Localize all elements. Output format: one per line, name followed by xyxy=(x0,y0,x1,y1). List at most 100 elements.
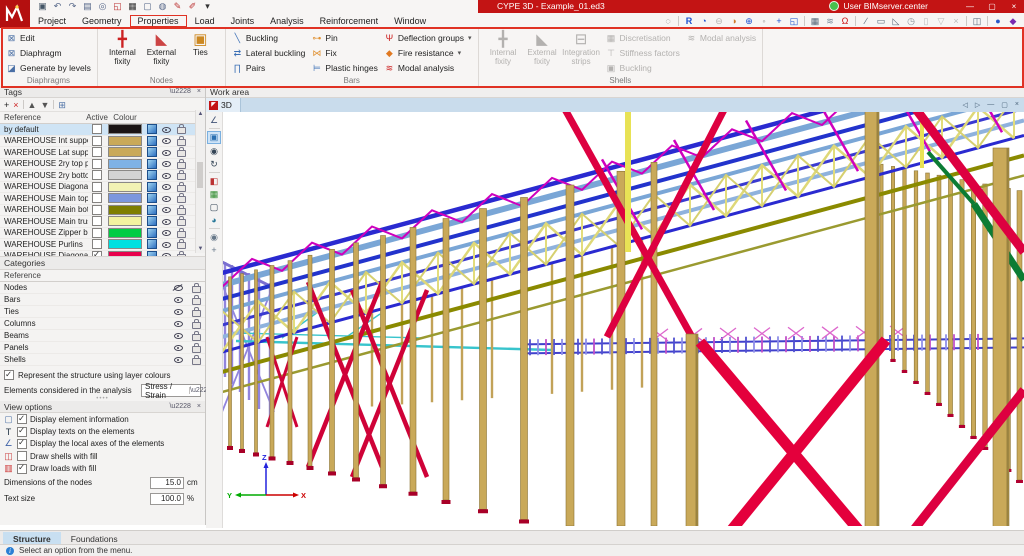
tag-row[interactable]: WAREHOUSE Main bottom p... xyxy=(0,205,205,217)
menu-item-reinforcement[interactable]: Reinforcement xyxy=(312,15,387,27)
tag-3d-icon[interactable] xyxy=(147,159,157,169)
orbit-icon[interactable]: ◑ xyxy=(727,14,741,28)
scroll-up-icon[interactable]: ▲ xyxy=(196,111,205,117)
view-3d-icon[interactable]: ▣ xyxy=(207,131,221,144)
tag-row[interactable]: WAREHOUSE Int support xyxy=(0,136,205,148)
tag-visible-icon[interactable] xyxy=(161,125,172,134)
menu-item-geometry[interactable]: Geometry xyxy=(74,15,130,27)
tag-colour-swatch[interactable] xyxy=(108,159,142,169)
redraw-icon[interactable]: R xyxy=(682,14,696,28)
tag-row[interactable]: WAREHOUSE Main truss xyxy=(0,216,205,228)
move-down-icon[interactable]: ▼ xyxy=(40,99,49,111)
bimserver-user[interactable]: User BIMserver.center xyxy=(829,1,928,11)
tag-3d-icon[interactable] xyxy=(147,216,157,226)
view-option-checkbox[interactable] xyxy=(17,439,27,449)
tag-row[interactable]: WAREHOUSE Diagonal section xyxy=(0,182,205,194)
category-row-panels[interactable]: Panels xyxy=(0,342,205,354)
menu-item-load[interactable]: Load xyxy=(187,15,223,27)
minimize-view-icon[interactable]: — xyxy=(987,101,994,109)
maximize-view-icon[interactable]: ▢ xyxy=(1001,101,1008,109)
tag-active-checkbox[interactable] xyxy=(92,216,102,226)
zoom-out-icon[interactable]: ⊖ xyxy=(712,14,726,28)
tag-lock-icon[interactable] xyxy=(177,127,186,134)
view-option-checkbox[interactable] xyxy=(17,451,27,461)
render-sphere-icon[interactable]: ◕ xyxy=(208,214,221,226)
menu-item-properties[interactable]: Properties xyxy=(130,15,187,27)
tag-3d-icon[interactable] xyxy=(147,228,157,238)
visibility-icon[interactable]: ◉ xyxy=(208,231,221,243)
ribbon-item-modal-analysis[interactable]: ≋Modal analysis xyxy=(384,61,472,75)
tag-active-checkbox[interactable] xyxy=(92,193,102,203)
split-view-icon[interactable]: ◧ xyxy=(208,175,221,187)
tag-lock-icon[interactable] xyxy=(177,219,186,226)
tag-colour-swatch[interactable] xyxy=(108,170,142,180)
ribbon-item-pin[interactable]: ⊶Pin xyxy=(311,31,377,45)
next-view-icon[interactable]: ▷ xyxy=(975,101,980,109)
tag-colour-swatch[interactable] xyxy=(108,147,142,157)
tag-lock-icon[interactable] xyxy=(177,208,186,215)
close-button[interactable]: × xyxy=(1008,0,1020,13)
tag-colour-swatch[interactable] xyxy=(108,124,142,134)
view-options-close-icon[interactable]: × xyxy=(197,403,201,410)
category-row-columns[interactable]: Columns xyxy=(0,318,205,330)
measure-icon[interactable]: ∕ xyxy=(859,14,873,28)
tag-active-checkbox[interactable] xyxy=(92,136,102,146)
viewport-3d[interactable]: ZXY xyxy=(222,112,1024,526)
tag-3d-icon[interactable] xyxy=(147,182,157,192)
tag-lock-icon[interactable] xyxy=(177,196,186,203)
ribbon-item-plastic-hinges[interactable]: ⊨Plastic hinges xyxy=(311,61,377,75)
category-visible-icon[interactable] xyxy=(173,307,184,316)
tag-active-checkbox[interactable] xyxy=(92,170,102,180)
represent-checkbox[interactable] xyxy=(4,370,14,380)
tag-row[interactable]: WAREHOUSE Main top purlin xyxy=(0,193,205,205)
category-visible-icon[interactable] xyxy=(173,319,184,328)
tag-visible-icon[interactable] xyxy=(161,194,172,203)
redo-icon[interactable]: ↷ xyxy=(66,0,79,13)
field-input[interactable]: 15.0 xyxy=(150,477,184,489)
menu-item-analysis[interactable]: Analysis xyxy=(262,15,312,27)
view-option-checkbox[interactable] xyxy=(17,427,27,437)
add-tag-icon[interactable]: + xyxy=(4,99,9,111)
tag-visible-icon[interactable] xyxy=(161,228,172,237)
tag-3d-icon[interactable] xyxy=(147,124,157,134)
category-lock-icon[interactable] xyxy=(192,346,201,353)
ribbon-item-edit[interactable]: ⊠Edit xyxy=(6,31,91,45)
globe-icon[interactable]: ● xyxy=(991,14,1005,28)
orbit-icon[interactable]: ↻ xyxy=(208,158,221,170)
ribbon-item-buckling[interactable]: ╲Buckling xyxy=(232,31,306,45)
category-lock-icon[interactable] xyxy=(192,334,201,341)
category-visible-icon[interactable] xyxy=(173,283,184,292)
tag-colour-swatch[interactable] xyxy=(108,216,142,226)
tag-lock-icon[interactable] xyxy=(177,173,186,180)
sheet-icon[interactable]: ▯ xyxy=(919,14,933,28)
capture-icon[interactable]: ◱ xyxy=(111,0,124,13)
screenshot-icon[interactable]: ◱ xyxy=(787,14,801,28)
tag-colour-swatch[interactable] xyxy=(108,205,142,215)
category-visible-icon[interactable] xyxy=(173,355,184,364)
clock-icon[interactable]: ◷ xyxy=(904,14,918,28)
tag-visible-icon[interactable] xyxy=(161,205,172,214)
tag-active-checkbox[interactable] xyxy=(92,239,102,249)
image-icon[interactable]: ▦ xyxy=(126,0,139,13)
render-icon[interactable]: ◆ xyxy=(1006,14,1020,28)
field-input[interactable]: 100.0 xyxy=(150,493,184,505)
tag-visible-icon[interactable] xyxy=(161,136,172,145)
search-icon[interactable]: ◌ xyxy=(661,14,675,28)
tag-3d-icon[interactable] xyxy=(147,239,157,249)
magnet-icon[interactable]: Ω xyxy=(838,14,852,28)
analysis-dropdown[interactable]: Stress / Strain \u2228 xyxy=(141,384,201,397)
selection-window-icon[interactable]: ▦ xyxy=(808,14,822,28)
category-row-bars[interactable]: Bars xyxy=(0,294,205,306)
tag-row[interactable]: WAREHOUSE 2ry top purlin xyxy=(0,159,205,171)
tag-active-checkbox[interactable] xyxy=(92,124,102,134)
tag-row[interactable]: WAREHOUSE Purlins xyxy=(0,239,205,251)
tab-3d[interactable]: ◤ 3D xyxy=(206,98,241,112)
tag-visible-icon[interactable] xyxy=(161,182,172,191)
brush-icon[interactable]: ✐ xyxy=(186,0,199,13)
tag-3d-icon[interactable] xyxy=(147,251,157,256)
scroll-thumb[interactable] xyxy=(197,162,203,188)
move-icon[interactable]: + xyxy=(772,14,786,28)
move-up-icon[interactable]: ▲ xyxy=(28,99,37,111)
category-row-shells[interactable]: Shells xyxy=(0,354,205,366)
tag-colour-swatch[interactable] xyxy=(108,193,142,203)
